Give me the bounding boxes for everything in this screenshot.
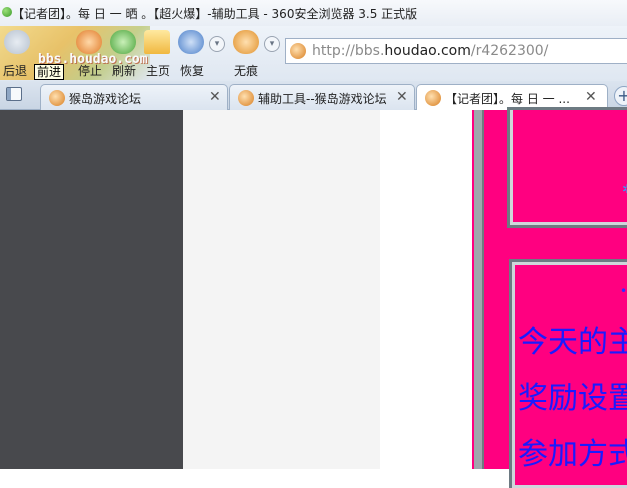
sidebar-toggle-icon[interactable] — [6, 87, 22, 101]
post-heading-line-2: 奖励设置 — [518, 381, 627, 416]
site-favicon-icon — [290, 43, 306, 59]
window-title: 【记者团】。每 日 一 晒 。【超火爆】-辅助工具 - 360安全浏览器 3.5… — [12, 7, 418, 21]
left-dark-panel — [0, 110, 183, 469]
back-icon[interactable] — [4, 30, 30, 54]
tab-label: 【记者团】。每 日 一 ... — [445, 92, 570, 106]
incognito-icon[interactable] — [233, 30, 259, 54]
restore-dropdown-icon[interactable]: ▾ — [209, 36, 225, 52]
browser-logo-icon — [2, 7, 12, 17]
restore-button[interactable]: 恢复 — [180, 62, 204, 79]
back-button[interactable]: 后退 — [3, 62, 27, 79]
incognito-dropdown-icon[interactable]: ▾ — [264, 36, 280, 52]
url-host: houdao.com — [384, 43, 471, 59]
post-heading-line-1: 今天的主 — [518, 325, 627, 360]
window-titlebar: 【记者团】。每 日 一 晒 。【超火爆】-辅助工具 - 360安全浏览器 3.5… — [0, 0, 627, 26]
post-upper-box — [507, 107, 627, 228]
incognito-button[interactable]: 无痕 — [234, 62, 258, 79]
white-gutter — [380, 110, 472, 469]
tab-current-thread[interactable]: 【记者团】。每 日 一 ... ✕ — [416, 84, 608, 111]
forward-tooltip: 前进 — [34, 64, 65, 80]
close-icon[interactable]: ✕ — [209, 89, 221, 105]
tab-bar: 猴岛游戏论坛 ✕ 辅助工具--猴岛游戏论坛 ✕ 【记者团】。每 日 一 ... … — [0, 81, 627, 111]
new-tab-icon[interactable]: + — [614, 86, 627, 106]
stop-icon[interactable] — [76, 30, 102, 54]
address-url[interactable]: http://bbs.houdao.com/r4262300/ — [312, 43, 548, 59]
close-icon[interactable]: ✕ — [585, 89, 597, 105]
home-button[interactable]: 主页 — [146, 62, 170, 79]
monkey-favicon-icon — [425, 90, 441, 106]
tab-label: 辅助工具--猴岛游戏论坛 — [258, 92, 387, 106]
tab-forum-home[interactable]: 猴岛游戏论坛 ✕ — [40, 84, 228, 110]
post-heading-line-3: 参加方式 — [518, 437, 627, 472]
tab-label: 猴岛游戏论坛 — [69, 92, 142, 106]
bullet-icon: • — [620, 284, 627, 298]
refresh-icon[interactable] — [110, 30, 136, 54]
post-frame-border — [474, 110, 484, 469]
address-bar[interactable]: http://bbs.houdao.com/r4262300/ — [285, 38, 627, 64]
left-light-panel — [183, 110, 380, 469]
tab-tools-board[interactable]: 辅助工具--猴岛游戏论坛 ✕ — [229, 84, 415, 110]
monkey-favicon-icon — [238, 90, 254, 106]
close-icon[interactable]: ✕ — [396, 89, 408, 105]
sparkle-icon: ✲ — [622, 182, 627, 196]
home-icon[interactable] — [144, 30, 170, 54]
restore-icon[interactable] — [178, 30, 204, 54]
page-content: ✲ • 今天的主 奖励设置 参加方式 — [0, 107, 627, 488]
monkey-favicon-icon — [49, 90, 65, 106]
stop-button[interactable]: 停止 — [78, 62, 102, 79]
url-path: /r4262300/ — [470, 43, 549, 59]
url-prefix: http://bbs. — [312, 43, 385, 59]
refresh-button[interactable]: 刷新 — [112, 62, 136, 79]
